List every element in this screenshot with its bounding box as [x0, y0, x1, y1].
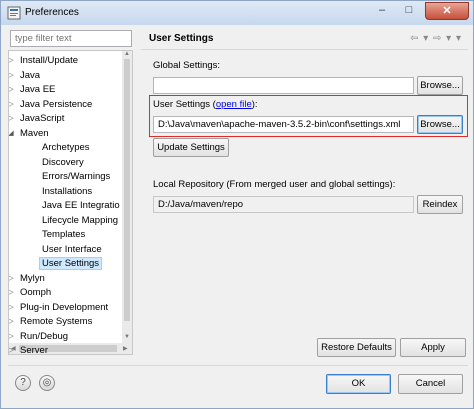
scroll-up-arrow-icon[interactable]: ▲ — [124, 51, 130, 57]
user-settings-field[interactable]: D:\Java\maven\apache-maven-3.5.2-bin\con… — [153, 116, 414, 133]
tree-item-label: Lifecycle Mapping — [42, 214, 119, 226]
tree-item-label: User Interface — [42, 243, 102, 255]
help-icon[interactable]: ? — [15, 375, 31, 391]
cancel-button[interactable]: Cancel — [398, 374, 463, 394]
scroll-down-arrow-icon[interactable]: ▼ — [124, 334, 130, 340]
title-bar[interactable]: Preferences – □ ✕ — [1, 1, 473, 25]
collapsed-arrow-icon[interactable]: ▷ — [9, 69, 15, 83]
footer-divider — [8, 365, 468, 366]
tree-item[interactable]: ▷ JavaScript — [9, 112, 67, 126]
tree-item-label: Templates — [42, 229, 86, 240]
tree-item-label: Errors/Warnings — [42, 171, 111, 182]
global-settings-label: Global Settings: — [153, 60, 221, 71]
tree-item-label: Java EE Integratio — [42, 200, 120, 211]
filter-input[interactable] — [10, 30, 132, 47]
tree-item-label: Oomph — [20, 287, 52, 298]
tree-item[interactable]: Errors/Warnings — [39, 170, 113, 184]
user-settings-page: User Settings ⇦ ▾ ⇨ ▾ ▾ Global Settings:… — [141, 28, 468, 362]
update-settings-button[interactable]: Update Settings — [153, 138, 229, 157]
preferences-navigation: ▲ ▼ ◀ ▶ ▷Install/Update▷Java▷Java EE▷Jav… — [8, 28, 133, 355]
collapsed-arrow-icon[interactable]: ▷ — [9, 330, 15, 344]
tree-item[interactable]: ▷ Server — [9, 344, 51, 355]
preferences-app-icon — [7, 6, 21, 20]
tree-item-label: Archetypes — [42, 142, 90, 153]
close-button[interactable]: ✕ — [425, 2, 469, 20]
tree-item-label: Discovery — [42, 156, 84, 168]
tree-item-label: JavaScript — [20, 113, 65, 124]
tree-item[interactable]: Java EE Integratio — [39, 199, 123, 213]
user-settings-label: User Settings (open file): — [153, 99, 258, 110]
preferences-window: Preferences – □ ✕ ▲ ▼ ◀ ▶ ▷Install/Updat… — [0, 0, 474, 409]
tree-vertical-scrollbar[interactable]: ▲ ▼ — [122, 51, 132, 343]
tree-item-label: Java EE — [20, 84, 56, 95]
collapsed-arrow-icon[interactable]: ▷ — [9, 272, 15, 286]
page-title: User Settings — [149, 33, 214, 44]
tree-vertical-scroll-thumb[interactable] — [124, 59, 130, 321]
tree-item-label: Run/Debug — [20, 330, 69, 342]
import-export-icon[interactable]: ◎ — [39, 375, 55, 391]
minimize-button[interactable]: – — [369, 2, 395, 20]
tree-item-label: Remote Systems — [20, 316, 93, 327]
tree-item-label: User Settings — [39, 257, 103, 270]
tree-item[interactable]: ▷ Remote Systems — [9, 315, 95, 329]
tree-item[interactable]: ▷ Install/Update — [9, 54, 81, 68]
tree-item[interactable]: ▷ Java Persistence — [9, 98, 95, 112]
apply-button[interactable]: Apply — [400, 338, 466, 357]
user-settings-browse-button[interactable]: Browse... — [417, 115, 463, 134]
scroll-right-arrow-icon[interactable]: ▶ — [123, 345, 128, 352]
history-navigation-icons[interactable]: ⇦ ▾ ⇨ ▾ ▾ — [410, 33, 462, 44]
restore-defaults-button[interactable]: Restore Defaults — [317, 338, 396, 357]
tree-item[interactable]: Discovery — [39, 156, 87, 170]
tree-item[interactable]: User Interface — [39, 243, 105, 257]
maximize-button[interactable]: □ — [396, 2, 422, 20]
tree-item[interactable]: ▷ Plug-in Development — [9, 301, 111, 315]
expanded-arrow-icon[interactable]: ◢ — [9, 127, 15, 141]
collapsed-arrow-icon[interactable]: ▷ — [9, 112, 15, 126]
tree-item[interactable]: Lifecycle Mapping — [39, 214, 121, 228]
page-header: User Settings ⇦ ▾ ⇨ ▾ ▾ — [141, 28, 468, 50]
tree-item-label: Java — [20, 69, 41, 81]
tree-item[interactable]: Templates — [39, 228, 88, 242]
local-repository-field: D:/Java/maven/repo — [153, 196, 414, 213]
preferences-tree: ▲ ▼ ◀ ▶ ▷ Install/Update ▷ Java ▷ Java EE ▷ Jav… — [8, 50, 133, 355]
collapsed-arrow-icon[interactable]: ▷ — [9, 344, 15, 354]
tree-item[interactable]: ▷ Oomph — [9, 286, 54, 300]
tree-item-label: Maven — [20, 127, 49, 139]
tree-item-label: Installations — [42, 185, 93, 197]
tree-item-label: Mylyn — [20, 272, 45, 284]
tree-item-label: Java Persistence — [20, 98, 93, 110]
local-repository-label: Local Repository (From merged user and g… — [153, 179, 396, 190]
ok-button[interactable]: OK — [326, 374, 391, 394]
tree-item[interactable]: ▷ Mylyn — [9, 272, 48, 286]
collapsed-arrow-icon[interactable]: ▷ — [9, 54, 15, 68]
collapsed-arrow-icon[interactable]: ▷ — [9, 83, 15, 97]
tree-item[interactable]: ▷ Java EE — [9, 83, 58, 97]
tree-item[interactable]: Installations — [39, 185, 95, 199]
tree-item[interactable]: ▷ Java — [9, 69, 43, 83]
global-settings-browse-button[interactable]: Browse... — [417, 76, 463, 95]
tree-item[interactable]: ◢ Maven — [9, 127, 52, 141]
collapsed-arrow-icon[interactable]: ▷ — [9, 98, 15, 112]
global-settings-field[interactable] — [153, 77, 414, 94]
tree-item-label: Server — [20, 345, 48, 355]
window-title: Preferences — [25, 7, 79, 18]
open-file-link[interactable]: open file — [216, 99, 252, 110]
collapsed-arrow-icon[interactable]: ▷ — [9, 301, 15, 315]
tree-item-label: Install/Update — [20, 55, 79, 66]
tree-item[interactable]: Archetypes — [39, 141, 93, 155]
tree-item-label: Plug-in Development — [20, 301, 109, 313]
collapsed-arrow-icon[interactable]: ▷ — [9, 286, 15, 300]
reindex-button[interactable]: Reindex — [417, 195, 463, 214]
collapsed-arrow-icon[interactable]: ▷ — [9, 315, 15, 329]
tree-item[interactable]: ▷ Run/Debug — [9, 330, 71, 344]
tree-item[interactable]: User Settings — [39, 257, 103, 271]
